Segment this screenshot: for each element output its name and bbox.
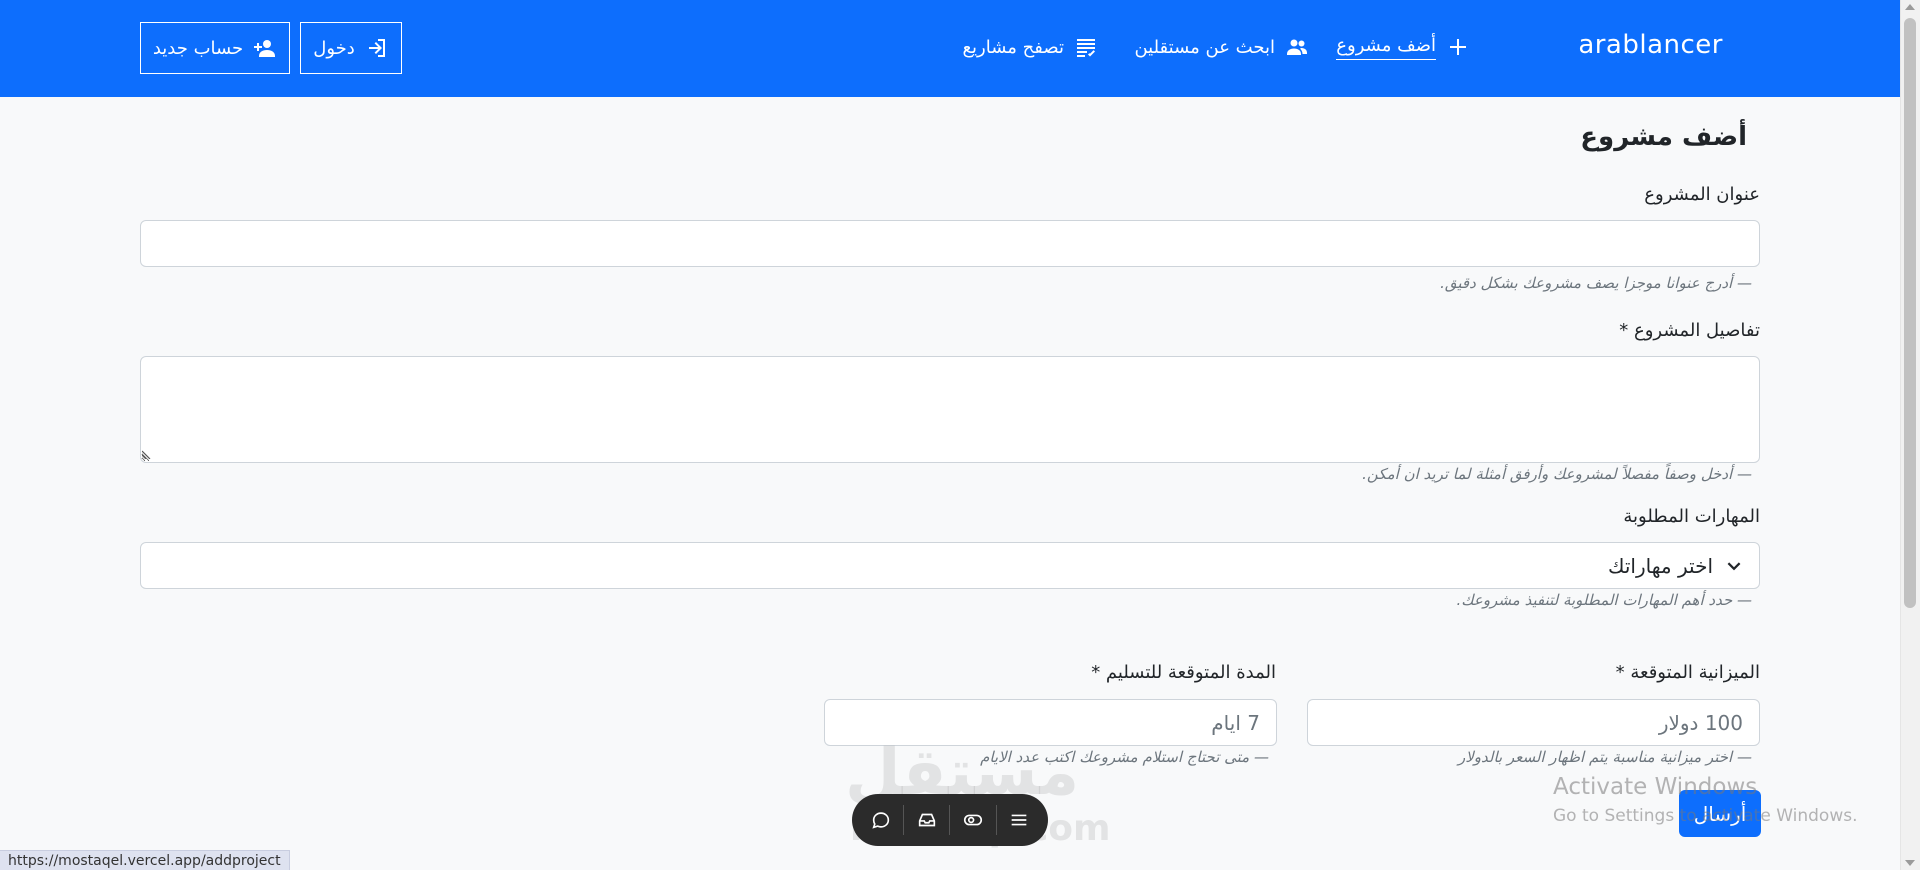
- scroll-up-icon[interactable]: [1905, 4, 1915, 10]
- list-check-icon: [1077, 39, 1095, 57]
- scroll-down-icon[interactable]: [1905, 860, 1915, 866]
- activate-windows-title: Activate Windows: [1553, 774, 1758, 800]
- toolbar-divider: [995, 805, 997, 835]
- scroll-thumb[interactable]: [1904, 18, 1916, 608]
- nav-add-project[interactable]: أضف مشروع: [1336, 30, 1470, 64]
- nav-find-freelancers[interactable]: ابحث عن مستقلين: [1134, 30, 1309, 64]
- budget-input[interactable]: [1307, 699, 1760, 746]
- login-button[interactable]: دخول: [300, 22, 402, 74]
- toolbar-divider: [903, 805, 905, 835]
- brand-logo[interactable]: arablancer: [1578, 30, 1723, 60]
- chat-icon[interactable]: [866, 805, 896, 835]
- navbar: arablancer أضف مشروع ابحث عن مستقلين تصف…: [0, 0, 1900, 97]
- inbox-icon[interactable]: [912, 805, 942, 835]
- plus-icon: [1450, 39, 1466, 55]
- people-icon: [1287, 39, 1307, 55]
- project-title-input[interactable]: [140, 220, 1760, 267]
- person-add-icon: [254, 40, 276, 57]
- signup-label: حساب جديد: [152, 37, 244, 59]
- page-title: أضف مشروع: [1580, 122, 1747, 152]
- skills-select[interactable]: اختر مهاراتك: [140, 542, 1760, 589]
- floating-toolbar: [852, 794, 1048, 846]
- resize-grip-icon[interactable]: [142, 449, 152, 459]
- nav-find-freelancers-label: ابحث عن مستقلين: [1134, 36, 1275, 58]
- menu-icon[interactable]: [1004, 805, 1034, 835]
- skills-label: المهارات المطلوبة: [1623, 506, 1760, 527]
- nav-browse-projects[interactable]: تصفح مشاريع: [962, 30, 1098, 64]
- login-label: دخول: [313, 37, 355, 59]
- signup-button[interactable]: حساب جديد: [140, 22, 290, 74]
- status-bar-url: https://mostaqel.vercel.app/addproject: [0, 850, 290, 870]
- toolbar-divider: [949, 805, 951, 835]
- skills-help: — حدد أهم المهارات المطلوبة لتنفيذ مشروع…: [1456, 591, 1752, 609]
- project-details-label: تفاصيل المشروع *: [1619, 320, 1760, 341]
- duration-label: المدة المتوقعة للتسليم *: [1091, 662, 1276, 683]
- activate-windows-subtitle: Go to Settings to activate Windows.: [1553, 806, 1858, 826]
- page-scrollbar[interactable]: [1900, 0, 1920, 870]
- skills-select-text: اختر مهاراتك: [1607, 553, 1713, 578]
- budget-help: — اختر ميزانية مناسبة يتم اظهار السعر با…: [1457, 748, 1752, 766]
- budget-label: الميزانية المتوقعة *: [1615, 662, 1760, 683]
- login-arrow-icon: [368, 39, 385, 57]
- nav-add-project-label: أضف مشروع: [1336, 35, 1436, 60]
- project-details-help: — أدخل وصفاً مفصلاً لمشروعك وأرفق أمثلة …: [1362, 465, 1752, 483]
- toggle-icon[interactable]: [958, 805, 988, 835]
- project-title-help: — أدرج عنوانا موجزا يصف مشروعك بشكل دقيق…: [1440, 274, 1752, 292]
- page: arablancer أضف مشروع ابحث عن مستقلين تصف…: [0, 0, 1920, 870]
- nav-browse-projects-label: تصفح مشاريع: [962, 36, 1064, 58]
- project-title-label: عنوان المشروع: [1644, 184, 1760, 205]
- chevron-down-icon: [1727, 561, 1741, 570]
- project-details-textarea[interactable]: [140, 356, 1760, 463]
